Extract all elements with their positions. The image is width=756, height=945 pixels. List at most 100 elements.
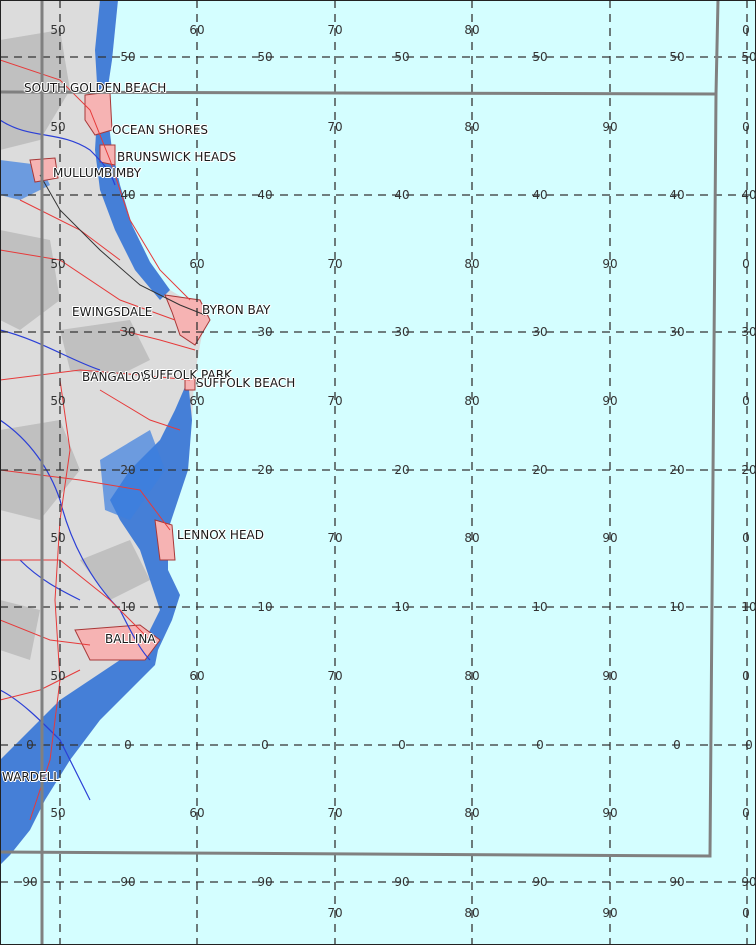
grid-label: 0 [742,257,750,271]
grid-label: 40 [257,188,273,202]
grid-label: 90 [602,257,618,271]
grid-label: 70 [327,394,343,408]
grid-label: 90 [602,394,618,408]
grid-label: 50 [741,50,756,64]
grid-label: 0 [742,531,750,545]
grid-label: 60 [189,257,205,271]
grid-label: 80 [464,531,480,545]
grid-label: 0 [398,738,406,752]
grid-label: 0 [261,738,269,752]
grid-label: 40 [120,188,136,202]
grid-label: 30 [669,325,685,339]
grid-label: 50 [50,669,66,683]
grid-label: 40 [394,188,410,202]
grid-label: 90 [602,806,618,820]
place-label-mullumbimby: MULLUMBIMBY [53,166,142,180]
place-label-suffolk-beach: SUFFOLK BEACH [196,376,296,390]
place-label-brunswick-heads: BRUNSWICK HEADS [117,150,237,164]
grid-label: 0 [742,669,750,683]
grid-label: 30 [532,325,548,339]
grid-label: 50 [50,806,66,820]
place-label-bangalow: BANGALOW [82,370,153,384]
topographic-map[interactable]: 50 60 70 80 0 50 50 50 50 50 50 50 70 80 90 0 40 40 40 40 40… [0,0,756,945]
place-label-wardell: WARDELL [2,770,60,784]
grid-label: 80 [464,394,480,408]
grid-label: 50 [669,50,685,64]
grid-label: 80 [464,906,480,920]
grid-label: 70 [327,806,343,820]
grid-label: 80 [464,257,480,271]
grid-label: 0 [124,738,132,752]
grid-label: 90 [120,875,136,889]
grid-label: 60 [189,394,205,408]
grid-label: 0 [536,738,544,752]
grid-label: 20 [532,463,548,477]
grid-label: 90 [532,875,548,889]
place-label-south-golden-beach: SOUTH GOLDEN BEACH [24,81,167,95]
grid-label: 20 [120,463,136,477]
grid-label: 0 [745,738,753,752]
grid-label: 20 [741,463,756,477]
grid-label: 90 [394,875,410,889]
grid-label: 20 [394,463,410,477]
grid-label: 50 [532,50,548,64]
grid-label: 90 [602,669,618,683]
grid-label: 60 [189,806,205,820]
grid-label: 50 [50,120,66,134]
grid-label: 70 [327,120,343,134]
grid-label: 80 [464,669,480,683]
grid-label: 80 [464,806,480,820]
grid-label: 0 [742,23,750,37]
grid-label: 30 [394,325,410,339]
grid-label: 90 [602,531,618,545]
grid-label: 10 [257,600,273,614]
grid-label: 0 [742,906,750,920]
place-label-ewingsdale: EWINGSDALE [72,305,153,319]
grid-label: 40 [669,188,685,202]
grid-label: 50 [394,50,410,64]
grid-label: 80 [464,23,480,37]
grid-label: 30 [257,325,273,339]
grid-label: 90 [602,120,618,134]
grid-label: 90 [602,906,618,920]
grid-label: 0 [742,394,750,408]
grid-label: 90 [741,875,756,889]
grid-label: 0 [26,738,34,752]
grid-label: 60 [189,669,205,683]
place-label-ocean-shores: OCEAN SHORES [112,123,209,137]
grid-label: 60 [189,23,205,37]
place-label-ballina: BALLINA [105,632,156,646]
grid-label: 90 [22,875,38,889]
grid-label: 10 [741,600,756,614]
grid-label: 20 [257,463,273,477]
place-label-byron-bay: BYRON BAY [202,303,271,317]
grid-label: 50 [257,50,273,64]
grid-label: 30 [741,325,756,339]
grid-label: 50 [50,23,66,37]
grid-label: 0 [742,806,750,820]
grid-label: 70 [327,257,343,271]
grid-label: 40 [532,188,548,202]
grid-label: 0 [673,738,681,752]
grid-label: 10 [394,600,410,614]
grid-label: 10 [669,600,685,614]
grid-label: 80 [464,120,480,134]
grid-label: 50 [50,394,66,408]
grid-label: 70 [327,669,343,683]
grid-label: 50 [120,50,136,64]
grid-label: 90 [257,875,273,889]
grid-label: 30 [120,325,136,339]
grid-label: 50 [50,531,66,545]
grid-label: 40 [741,188,756,202]
grid-label: 70 [327,531,343,545]
place-label-lennox-head: LENNOX HEAD [177,528,264,542]
grid-label: 50 [50,257,66,271]
grid-label: 20 [669,463,685,477]
grid-label: 70 [327,906,343,920]
map-canvas [0,0,756,945]
grid-label: 70 [327,23,343,37]
grid-label: 10 [120,600,136,614]
grid-label: 90 [669,875,685,889]
grid-label: 10 [532,600,548,614]
grid-label: 0 [742,120,750,134]
